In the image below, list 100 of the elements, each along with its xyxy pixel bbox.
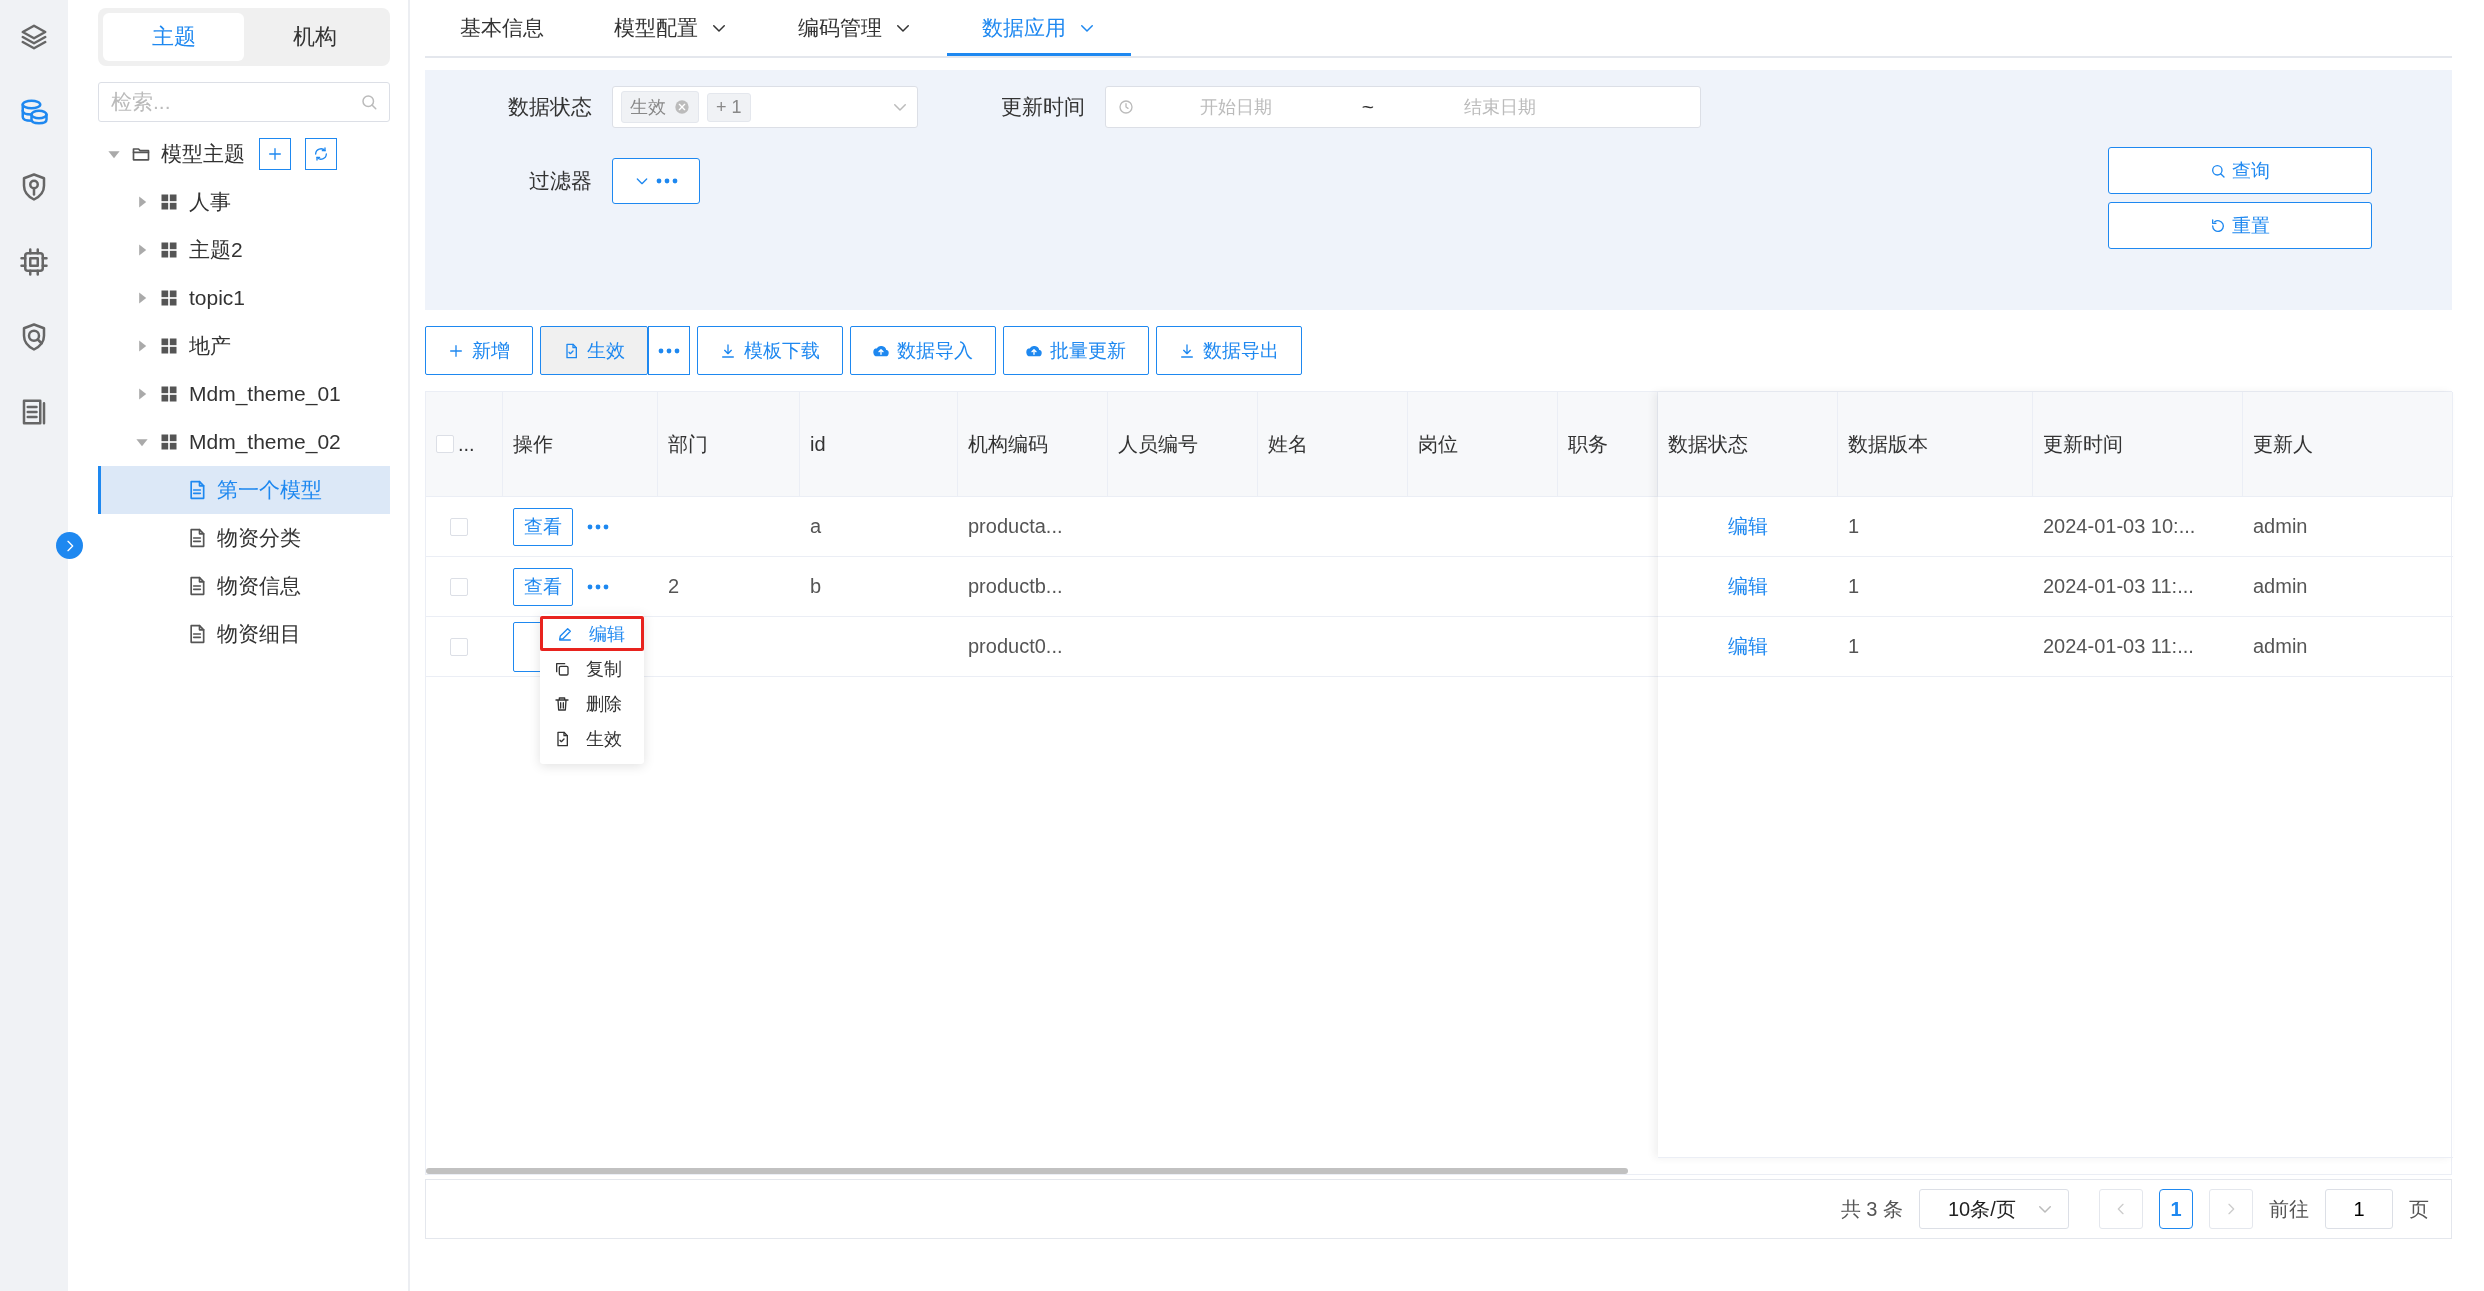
document-check-icon: [563, 342, 579, 359]
filter-button[interactable]: [612, 158, 700, 204]
tree-label: topic1: [189, 286, 246, 310]
database-icon[interactable]: [19, 97, 49, 127]
table-cell: b: [810, 575, 822, 598]
column-header: 部门: [658, 392, 800, 496]
menu-item[interactable]: 编辑: [540, 616, 644, 651]
table-cell: a: [810, 515, 822, 538]
edit-link[interactable]: 编辑: [1728, 513, 1768, 540]
edit-link[interactable]: 编辑: [1728, 633, 1768, 660]
column-header: id: [800, 392, 958, 496]
refresh-icon: [313, 146, 329, 162]
menu-item[interactable]: 复制: [540, 651, 644, 686]
toolbar-button[interactable]: 批量更新: [1003, 326, 1149, 375]
layers-icon[interactable]: [19, 22, 49, 52]
page-unit: 页: [2409, 1196, 2429, 1222]
toolbar-button[interactable]: 数据导出: [1156, 326, 1302, 375]
field-label: 数据状态: [507, 94, 593, 120]
column-header: ...: [458, 432, 475, 456]
download-icon: [1179, 342, 1195, 359]
column-header: 更新时间: [2033, 392, 2243, 496]
page-size-select[interactable]: 10条/页: [1919, 1189, 2069, 1229]
tree-item[interactable]: 模型主题: [98, 130, 390, 178]
plus-icon: [448, 342, 464, 359]
tree-item[interactable]: 物资细目: [98, 610, 390, 658]
trash-icon: [554, 695, 570, 712]
table-cell: 1: [1848, 515, 1860, 538]
checkbox[interactable]: [436, 435, 454, 453]
table-cell: 1: [1848, 575, 1860, 598]
checkbox[interactable]: [450, 637, 468, 656]
column-header: 姓名: [1258, 392, 1408, 496]
tree-label: 地产: [189, 333, 231, 359]
download-icon: [720, 342, 736, 359]
column-header: 数据版本: [1838, 392, 2033, 496]
tree-label: 物资信息: [217, 573, 301, 599]
page-input[interactable]: 1: [2325, 1189, 2393, 1229]
search-button[interactable]: 查询: [2108, 147, 2372, 194]
table-cell: 2: [668, 575, 680, 598]
reset-button[interactable]: 重置: [2108, 202, 2372, 249]
grid-icon: [159, 288, 179, 308]
table-cell: 2024-01-03 11:...: [2043, 635, 2194, 658]
table-cell: 2024-01-03 10:...: [2043, 515, 2196, 538]
grid-icon: [159, 384, 179, 404]
end-date-field[interactable]: 结束日期: [1398, 95, 1602, 119]
tree-label: 第一个模型: [217, 477, 322, 503]
chip-icon[interactable]: [19, 247, 49, 277]
tree-item[interactable]: 人事: [98, 178, 390, 226]
toolbar-button[interactable]: 新增: [425, 326, 533, 375]
menu-item[interactable]: 生效: [540, 721, 644, 756]
date-range-field[interactable]: 开始日期 ~ 结束日期: [1105, 86, 1701, 128]
document-check-icon: [554, 730, 570, 747]
search-icon: [360, 93, 378, 111]
tab[interactable]: 机构: [244, 13, 385, 61]
page-size-label: 10条/页: [1948, 1196, 2016, 1222]
table-cell: 1: [1848, 635, 1860, 658]
table-cell: admin: [2253, 635, 2308, 658]
tab[interactable]: 基本信息: [425, 0, 579, 56]
view-button[interactable]: 查看: [513, 567, 573, 606]
tab[interactable]: 主题: [103, 13, 244, 61]
table-cell: admin: [2253, 575, 2308, 598]
pencil-icon: [557, 625, 573, 642]
document-icon: [187, 480, 207, 500]
tree-item[interactable]: Mdm_theme_01: [98, 370, 390, 418]
close-icon: [674, 99, 690, 115]
start-date-field[interactable]: 开始日期: [1134, 95, 1338, 119]
view-button[interactable]: 查看: [513, 507, 573, 546]
search-field[interactable]: 检索...: [98, 82, 390, 122]
column-header: 操作: [503, 392, 658, 496]
more-button[interactable]: [648, 326, 690, 375]
tree-item[interactable]: 地产: [98, 322, 390, 370]
next-page-button[interactable]: [2209, 1189, 2253, 1229]
copy-icon: [554, 660, 570, 677]
edit-link[interactable]: 编辑: [1728, 573, 1768, 600]
document-icon: [187, 576, 207, 596]
tab[interactable]: 编码管理: [763, 0, 947, 56]
checkbox[interactable]: [450, 517, 468, 536]
checkbox[interactable]: [450, 577, 468, 596]
total-count: 共 3 条: [1840, 1196, 1903, 1222]
previous-page-button[interactable]: [2099, 1189, 2143, 1229]
tree-item[interactable]: 物资信息: [98, 562, 390, 610]
refresh-button[interactable]: [305, 138, 337, 170]
document-icon: [187, 528, 207, 548]
grid-icon: [159, 336, 179, 356]
tree-item[interactable]: 主题2: [98, 226, 390, 274]
tree-item[interactable]: Mdm_theme_02: [98, 418, 390, 466]
search-icon: [2210, 162, 2226, 179]
tree-label: 模型主题: [161, 141, 245, 167]
toolbar-button[interactable]: 模板下载: [697, 326, 843, 375]
page-button[interactable]: 1: [2159, 1189, 2193, 1229]
tree-item[interactable]: topic1: [98, 274, 390, 322]
menu-item[interactable]: 删除: [540, 686, 644, 721]
expand-button[interactable]: [56, 532, 83, 559]
tree-item[interactable]: 物资分类: [98, 514, 390, 562]
scrollbar[interactable]: [426, 1168, 1628, 1174]
grid-icon: [159, 240, 179, 260]
tab[interactable]: 数据应用: [947, 0, 1131, 56]
tree-label: 物资细目: [217, 621, 301, 647]
add-button[interactable]: [259, 138, 291, 170]
tab[interactable]: 模型配置: [579, 0, 763, 56]
toolbar-button[interactable]: 数据导入: [850, 326, 996, 375]
